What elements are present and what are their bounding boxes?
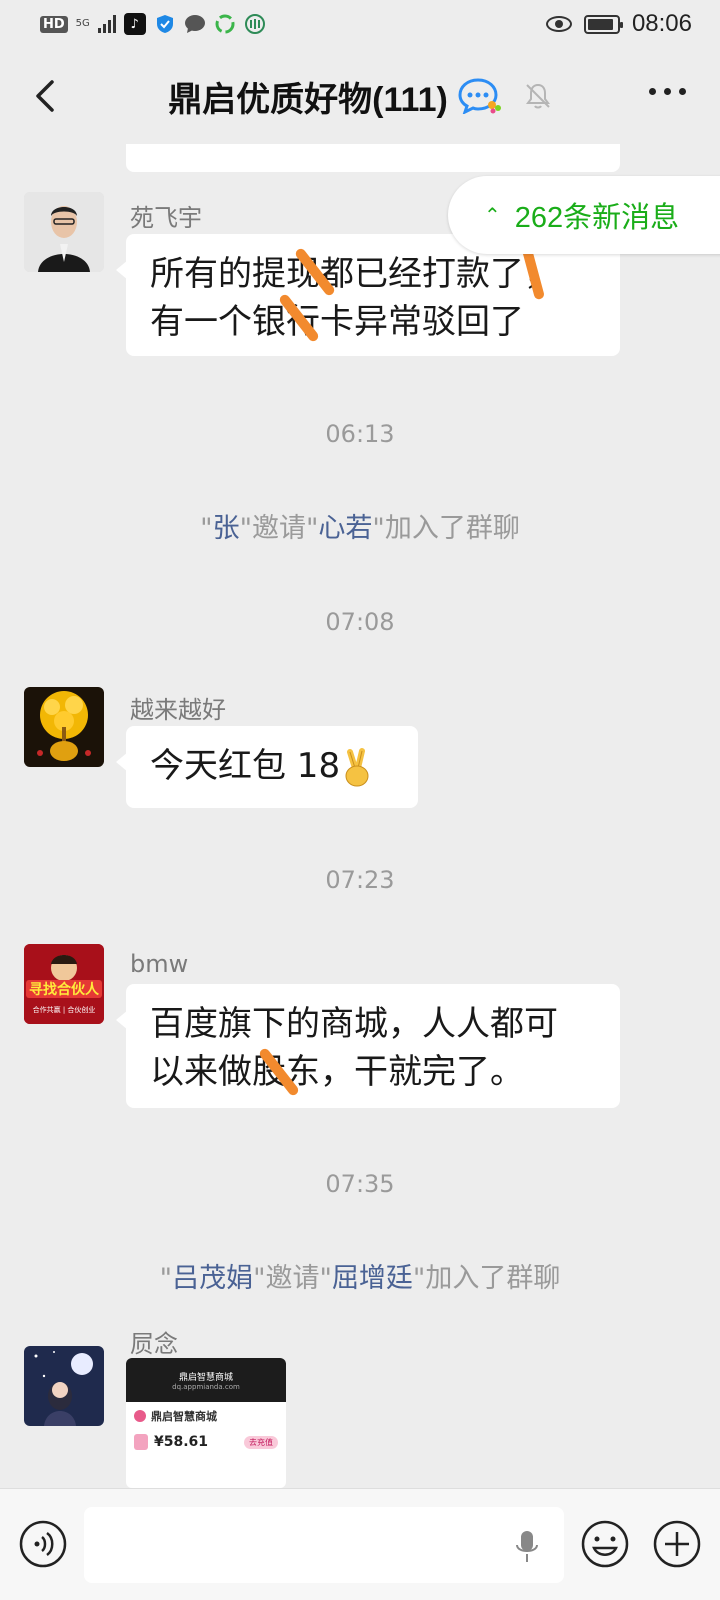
svg-text:寻找合伙人: 寻找合伙人: [29, 981, 100, 998]
new-messages-label: 262条新消息: [514, 202, 680, 234]
new-messages-button[interactable]: ⌃ 262条新消息: [448, 176, 720, 254]
user-link[interactable]: 心若: [318, 513, 372, 544]
system-notice: "张"邀请"心若"加入了群聊: [200, 513, 520, 544]
user-link[interactable]: 吕茂娟: [172, 1263, 253, 1294]
signal-icon: [97, 15, 116, 33]
message-icon: [184, 13, 206, 35]
recycle-icon: [214, 13, 236, 35]
message-text: 百度旗下的商城，人人都可: [150, 1004, 558, 1044]
message-bubble[interactable]: 百度旗下的商城，人人都可 以来做股东，干就完了。: [116, 984, 620, 1108]
battery-icon: [583, 14, 623, 34]
more-icon[interactable]: [649, 88, 686, 95]
preview-shop-name: 鼎启智慧商城: [151, 1410, 217, 1423]
page-title: 鼎启优质好物(111): [168, 80, 448, 119]
message-text: 今天红包 18: [150, 746, 341, 786]
status-bar: HD 5G ♪ 08:06: [0, 0, 720, 48]
emoji-icon[interactable]: [580, 1519, 630, 1569]
preview-app-title: 鼎启智慧商城: [178, 1373, 233, 1383]
user-link[interactable]: 张: [213, 513, 240, 544]
network-type: 5G: [75, 18, 90, 29]
preview-amount: ¥58.61: [154, 1434, 209, 1450]
avatar[interactable]: [24, 192, 104, 272]
mute-bell-icon: [525, 83, 550, 109]
shield-icon: [154, 13, 176, 35]
image-message[interactable]: 鼎启智慧商城 dq.appmianda.com 鼎启智慧商城 ¥58.61 去充…: [126, 1358, 286, 1488]
sender-name: 苑飞宇: [130, 204, 202, 232]
timestamp: 06:13: [325, 420, 395, 448]
svg-text:合作共赢 | 合伙创业: 合作共赢 | 合伙创业: [33, 1005, 96, 1014]
victory-hand-emoji: [345, 747, 369, 786]
back-icon[interactable]: [28, 78, 64, 114]
eye-icon: [545, 16, 572, 32]
avatar[interactable]: [24, 1346, 104, 1426]
timestamp: 07:08: [325, 608, 395, 636]
message-bubble[interactable]: [126, 144, 620, 172]
hd-indicator: HD: [40, 15, 68, 33]
sender-name: 越来越好: [130, 696, 226, 724]
bank-icon: [244, 13, 266, 35]
clock: 08:06: [631, 10, 692, 37]
microphone-icon[interactable]: [512, 1529, 542, 1565]
user-link[interactable]: 屈增廷: [332, 1263, 413, 1294]
tiktok-icon: ♪: [123, 13, 146, 35]
input-bar: [0, 1488, 720, 1600]
message-bubble[interactable]: 今天红包 18: [116, 726, 418, 808]
double-up-arrow-icon: ⌃: [484, 204, 501, 227]
message-text: 有一个银行卡异常驳回了: [150, 302, 524, 342]
avatar[interactable]: 寻找合伙人 合作共赢 | 合伙创业: [24, 944, 104, 1024]
system-notice: "吕茂娟"邀请"屈增廷"加入了群聊: [159, 1263, 561, 1294]
sender-name: bmw: [130, 950, 189, 978]
group-badge-icon: [458, 78, 501, 114]
wallet-icon: [134, 1434, 148, 1450]
timestamp: 07:35: [325, 1170, 395, 1198]
plus-icon[interactable]: [652, 1519, 702, 1569]
preview-url: dq.appmianda.com: [172, 1383, 240, 1391]
message-list[interactable]: 苑飞宇 所有的提现都已经打款了， 有一个银行卡异常驳回了 06:13 "张"邀请…: [0, 144, 720, 1488]
sender-name: 屃念: [130, 1330, 178, 1358]
timestamp: 07:23: [325, 866, 395, 894]
chat-header: 鼎启优质好物(111): [0, 48, 720, 144]
message-input[interactable]: [84, 1507, 564, 1583]
voice-toggle-icon[interactable]: [18, 1519, 68, 1569]
shop-logo-icon: [134, 1410, 146, 1422]
preview-button: 去充值: [244, 1435, 278, 1449]
message-text: 以来做股东，干就完了。: [150, 1052, 524, 1092]
avatar[interactable]: [24, 687, 104, 767]
